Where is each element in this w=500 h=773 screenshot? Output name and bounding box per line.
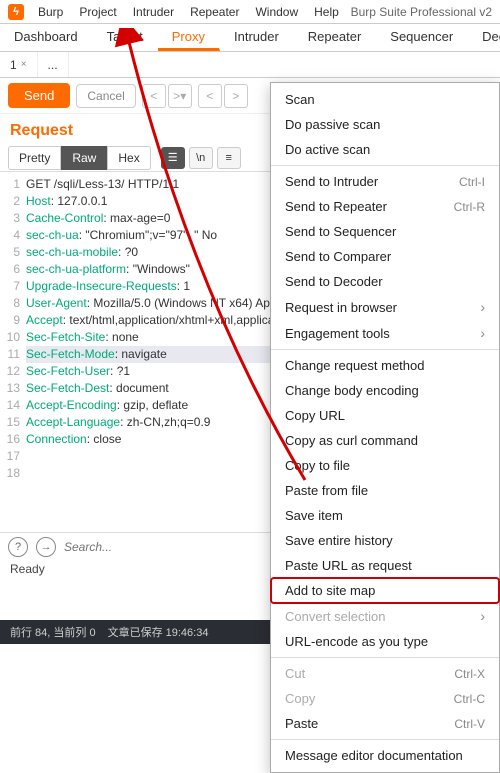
view-pretty-tab[interactable]: Pretty <box>8 146 61 170</box>
tab-decoder[interactable]: Decoder <box>468 24 500 51</box>
menu-item-convert-selection: Convert selection <box>271 603 499 629</box>
menu-item-copy-as-curl-command[interactable]: Copy as curl command <box>271 428 499 453</box>
tab-target[interactable]: Target <box>93 24 158 51</box>
menu-help[interactable]: Help <box>306 3 347 21</box>
menu-item-save-entire-history[interactable]: Save entire history <box>271 528 499 553</box>
tab-sequencer[interactable]: Sequencer <box>376 24 468 51</box>
target-next-button[interactable]: > <box>224 84 248 108</box>
menu-item-request-in-browser[interactable]: Request in browser <box>271 294 499 320</box>
nav-next-dropdown[interactable]: >▾ <box>168 84 192 108</box>
taskbar-caret-pos: 前行 84, 当前列 0 <box>6 624 100 640</box>
next-match-icon[interactable]: → <box>36 537 56 557</box>
nav-prev-button[interactable]: < <box>142 84 166 108</box>
menu-item-send-to-sequencer[interactable]: Send to Sequencer <box>271 219 499 244</box>
window-title: Burp Suite Professional v2 <box>351 5 496 19</box>
burp-logo: ϟ <box>8 4 24 20</box>
subtab[interactable]: ... <box>38 52 69 77</box>
chevron-right-icon: > <box>173 89 180 103</box>
menu-item-engagement-tools[interactable]: Engagement tools <box>271 320 499 346</box>
menu-project[interactable]: Project <box>71 3 124 21</box>
menu-item-copy-to-file[interactable]: Copy to file <box>271 453 499 478</box>
menu-item-url-encode-as-you-type[interactable]: URL-encode as you type <box>271 629 499 654</box>
menu-item-send-to-intruder[interactable]: Send to IntruderCtrl-I <box>271 169 499 194</box>
tab-proxy[interactable]: Proxy <box>158 24 220 51</box>
menubar: ϟ BurpProjectIntruderRepeaterWindowHelp … <box>0 0 500 24</box>
menu-item-copy-url[interactable]: Copy URL <box>271 403 499 428</box>
target-nav: < > <box>198 84 248 108</box>
menu-item-paste-from-file[interactable]: Paste from file <box>271 478 499 503</box>
menu-burp[interactable]: Burp <box>30 3 71 21</box>
tab-dashboard[interactable]: Dashboard <box>0 24 93 51</box>
menu-item-change-request-method[interactable]: Change request method <box>271 353 499 378</box>
subtab[interactable]: 1× <box>0 52 38 77</box>
render-toggle[interactable]: ☰ <box>161 147 185 169</box>
tab-repeater[interactable]: Repeater <box>294 24 376 51</box>
view-raw-tab[interactable]: Raw <box>61 146 107 170</box>
sub-tabs: 1×... <box>0 52 500 78</box>
wrap-toggle[interactable]: ≡ <box>217 147 241 169</box>
main-tabs: DashboardTargetProxyIntruderRepeaterSequ… <box>0 24 500 52</box>
newline-toggle[interactable]: \n <box>189 147 213 169</box>
cancel-button[interactable]: Cancel <box>76 84 135 108</box>
target-prev-button[interactable]: < <box>198 84 222 108</box>
help-icon[interactable]: ? <box>8 537 28 557</box>
menu-item-paste[interactable]: PasteCtrl-V <box>271 711 499 736</box>
history-nav: < >▾ <box>142 84 192 108</box>
menu-item-do-active-scan[interactable]: Do active scan <box>271 137 499 162</box>
menu-window[interactable]: Window <box>247 3 306 21</box>
menu-item-do-passive-scan[interactable]: Do passive scan <box>271 112 499 137</box>
menu-item-send-to-decoder[interactable]: Send to Decoder <box>271 269 499 294</box>
context-menu: ScanDo passive scanDo active scan Send to… <box>270 82 500 773</box>
menu-item-paste-url-as-request[interactable]: Paste URL as request <box>271 553 499 578</box>
menu-intruder[interactable]: Intruder <box>125 3 182 21</box>
menu-item-copy: CopyCtrl-C <box>271 686 499 711</box>
tab-intruder[interactable]: Intruder <box>220 24 294 51</box>
menu-item-scan[interactable]: Scan <box>271 87 499 112</box>
menu-item-message-editor-documentation[interactable]: Message editor documentation <box>271 743 499 768</box>
menu-item-save-item[interactable]: Save item <box>271 503 499 528</box>
view-hex-tab[interactable]: Hex <box>107 146 150 170</box>
menu-item-send-to-repeater[interactable]: Send to RepeaterCtrl-R <box>271 194 499 219</box>
send-button[interactable]: Send <box>8 83 70 108</box>
menu-item-cut: CutCtrl-X <box>271 661 499 686</box>
menu-item-change-body-encoding[interactable]: Change body encoding <box>271 378 499 403</box>
menu-item-add-to-site-map[interactable]: Add to site map <box>271 578 499 603</box>
menu-item-send-to-comparer[interactable]: Send to Comparer <box>271 244 499 269</box>
close-icon[interactable]: × <box>21 59 27 70</box>
menu-repeater[interactable]: Repeater <box>182 3 247 21</box>
taskbar-save-status: 文章已保存 19:46:34 <box>104 624 213 640</box>
